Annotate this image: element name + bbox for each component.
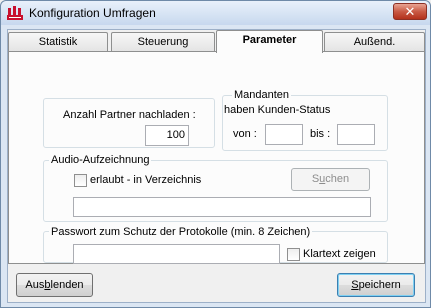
klartext-checkbox[interactable]	[287, 248, 300, 261]
search-button[interactable]: Suchen	[291, 168, 370, 191]
von-field[interactable]	[265, 124, 303, 145]
hide-button-label-end: lenden	[50, 279, 84, 291]
close-icon: ✕	[404, 4, 416, 19]
password-title: Passwort zum Schutz der Protokolle (min.…	[49, 226, 313, 238]
bis-label: bis :	[310, 128, 331, 140]
tab-label: Parameter	[242, 34, 297, 46]
dialog-window: Konfiguration Umfragen ✕ Statistik Steue…	[0, 0, 431, 308]
tab-label: Außend.	[353, 36, 396, 48]
tab-parameter[interactable]: Parameter	[216, 30, 323, 53]
partner-count-field[interactable]: 100	[145, 125, 189, 146]
tab-aussend[interactable]: Außend.	[324, 32, 425, 52]
save-button-label-end: peichern	[358, 279, 401, 291]
app-icon	[7, 6, 23, 20]
audio-allowed-checkbox[interactable]	[74, 174, 87, 187]
close-button[interactable]: ✕	[393, 3, 427, 20]
tab-steuerung[interactable]: Steuerung	[111, 32, 215, 52]
window-title: Konfiguration Umfragen	[29, 6, 156, 20]
save-button[interactable]: Speichern	[337, 273, 415, 297]
tab-statistik[interactable]: Statistik	[8, 32, 108, 52]
klartext-label: Klartext zeigen	[303, 248, 376, 260]
audio-directory-field[interactable]	[73, 197, 371, 217]
search-button-label-end: chen	[325, 173, 350, 185]
dialog-client-area: Statistik Steuerung Parameter Außend. An…	[7, 29, 426, 303]
title-bar[interactable]: Konfiguration Umfragen ✕	[1, 1, 430, 25]
hide-button[interactable]: Ausblenden	[16, 273, 93, 297]
tab-label: Statistik	[38, 36, 78, 48]
parameter-tab-panel: Anzahl Partner nachladen : 100 Mandanten…	[8, 51, 425, 264]
partner-label: Anzahl Partner nachladen :	[63, 109, 196, 121]
mandanten-title: Mandanten	[232, 89, 292, 101]
partner-group	[43, 98, 215, 148]
hide-button-label-start: Aus	[25, 279, 45, 291]
mandanten-subtitle: haben Kunden-Status	[224, 104, 331, 116]
bis-field[interactable]	[337, 124, 375, 145]
audio-allowed-label: erlaubt - in Verzeichnis	[90, 174, 202, 186]
password-field[interactable]	[73, 244, 280, 264]
tab-label: Steuerung	[137, 36, 189, 48]
save-button-mnemonic: S	[351, 279, 359, 291]
von-label: von :	[233, 128, 257, 140]
audio-title: Audio-Aufzeichnung	[49, 154, 152, 166]
